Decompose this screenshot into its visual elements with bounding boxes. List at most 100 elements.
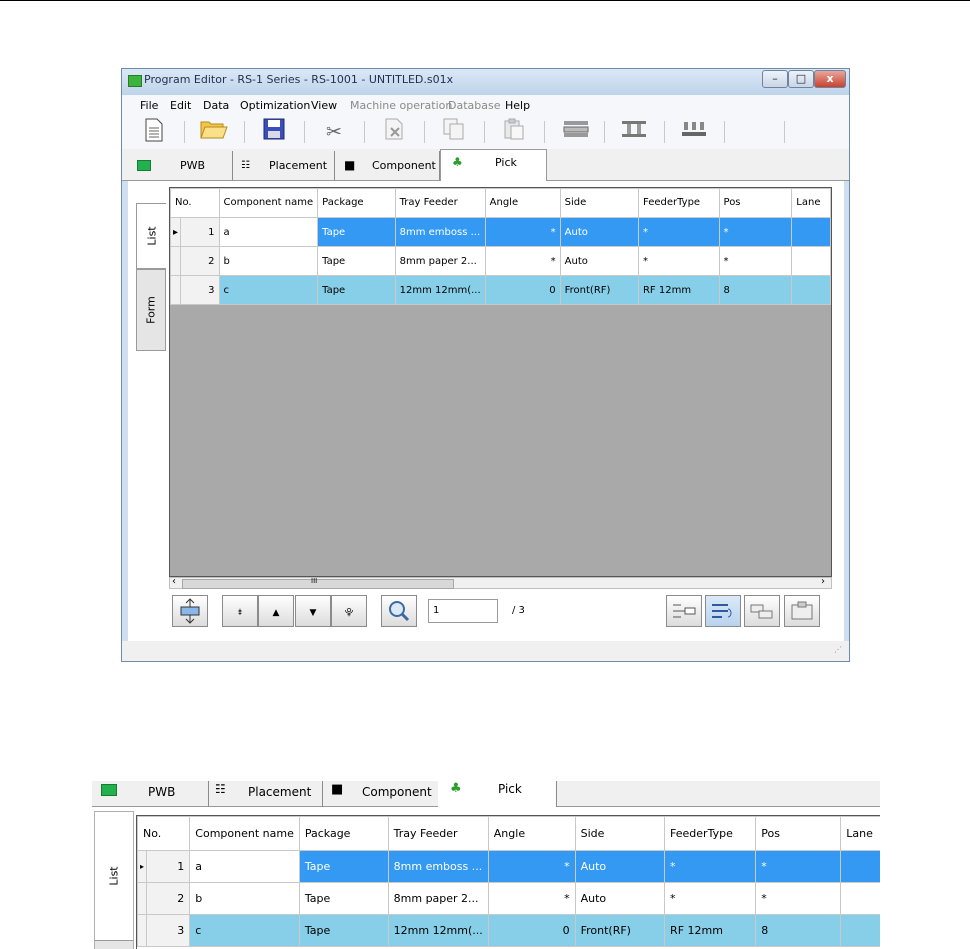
cell-lane[interactable]	[840, 914, 880, 947]
tab-component[interactable]: ■ Component	[322, 781, 439, 807]
column-header-feeder-type[interactable]: FeederType	[637, 188, 720, 218]
search-button[interactable]	[381, 595, 417, 627]
table-row[interactable]: 3 c Tape 12mm 12mm(... 0 Front(RF) RF 12…	[137, 914, 880, 947]
table-row[interactable]: 2 b Tape 8mm paper 2... * Auto * *	[137, 882, 880, 915]
cell-pos[interactable]: 8	[718, 275, 793, 305]
menu-view[interactable]: View	[311, 99, 337, 112]
table-row[interactable]: 2 b Tape 8mm paper 2... * Auto * *	[170, 246, 831, 276]
tab-pick[interactable]: ♣ Pick	[440, 149, 547, 181]
cell-package[interactable]: Tape	[317, 246, 396, 276]
cell-side[interactable]: Front(RF)	[559, 275, 639, 305]
cell-component-name[interactable]: c	[218, 275, 319, 305]
cell-component-name[interactable]: a	[218, 217, 319, 247]
cell-package[interactable]: Tape	[298, 850, 389, 883]
cell-package[interactable]: Tape	[298, 914, 389, 947]
cell-pos[interactable]: *	[755, 882, 842, 915]
tab-placement[interactable]: ☷ Placement	[233, 151, 335, 180]
cell-angle[interactable]: 0	[487, 914, 576, 947]
cell-angle[interactable]: *	[487, 850, 576, 883]
side-tab-list[interactable]: List	[136, 203, 166, 269]
cell-tray-feeder[interactable]: 8mm paper 2...	[394, 246, 486, 276]
cell-feeder-type[interactable]: *	[664, 850, 757, 883]
cell-pos[interactable]: 8	[755, 914, 842, 947]
column-header-lane[interactable]: Lane	[840, 816, 880, 851]
cut-icon[interactable]: ✂	[316, 118, 352, 146]
nozzle-icon[interactable]	[616, 118, 652, 146]
cell-tray-feeder[interactable]: 12mm 12mm(...	[387, 914, 489, 947]
feeder-layout-button[interactable]	[666, 595, 702, 627]
cell-side[interactable]: Auto	[559, 246, 639, 276]
table-row[interactable]: ▸ 1 a Tape 8mm emboss ... * Auto * *	[170, 217, 831, 247]
delete-icon[interactable]	[376, 118, 412, 146]
feeder-icon[interactable]	[558, 118, 594, 146]
column-header-component-name[interactable]: Component name	[189, 816, 300, 851]
side-tab-form[interactable]: m	[95, 940, 133, 949]
next-record-button[interactable]: ▼	[295, 595, 331, 627]
maximize-button[interactable]: □	[788, 70, 814, 88]
column-header-no[interactable]: No.	[137, 816, 191, 851]
column-header-tray-feeder[interactable]: Tray Feeder	[387, 816, 489, 851]
cell-side[interactable]: Auto	[559, 217, 639, 247]
side-tab-form[interactable]: Form	[136, 269, 166, 351]
cell-side[interactable]: Front(RF)	[574, 914, 666, 947]
table-row[interactable]: ▸ 1 a Tape 8mm emboss ... * Auto * *	[137, 850, 880, 883]
cell-feeder-type[interactable]: *	[637, 217, 720, 247]
save-icon[interactable]	[256, 118, 292, 146]
scroll-left-arrow[interactable]: ‹	[172, 576, 176, 587]
column-header-package[interactable]: Package	[317, 188, 396, 218]
cell-tray-feeder[interactable]: 12mm 12mm(...	[394, 275, 486, 305]
cell-angle[interactable]: *	[484, 217, 561, 247]
column-header-pos[interactable]: Pos	[718, 188, 793, 218]
cell-side[interactable]: Auto	[574, 850, 666, 883]
cell-tray-feeder[interactable]: 8mm paper 2...	[387, 882, 489, 915]
copy-icon[interactable]	[436, 118, 472, 146]
menu-optimization[interactable]: Optimization	[240, 99, 310, 112]
cell-lane[interactable]	[791, 217, 831, 247]
cell-lane[interactable]	[791, 246, 831, 276]
column-header-pos[interactable]: Pos	[755, 816, 842, 851]
menu-edit[interactable]: Edit	[170, 99, 191, 112]
column-header-no[interactable]: No.	[170, 188, 220, 218]
menu-file[interactable]: File	[140, 99, 158, 112]
cell-lane[interactable]	[791, 275, 831, 305]
previous-record-button[interactable]: ▲	[258, 595, 294, 627]
tray-icon[interactable]	[676, 118, 712, 146]
table-row[interactable]: 3 c Tape 12mm 12mm(... 0 Front(RF) RF 12…	[170, 275, 831, 305]
column-header-package[interactable]: Package	[298, 816, 389, 851]
side-tab-list[interactable]: List	[95, 812, 133, 940]
cell-package[interactable]: Tape	[298, 882, 389, 915]
cell-package[interactable]: Tape	[317, 275, 396, 305]
cell-angle[interactable]: *	[484, 246, 561, 276]
expand-rows-button[interactable]	[172, 595, 208, 627]
cell-angle[interactable]: *	[487, 882, 576, 915]
cell-component-name[interactable]: a	[189, 850, 300, 883]
new-document-icon[interactable]	[136, 118, 172, 146]
cell-pos[interactable]: *	[718, 217, 793, 247]
title-bar[interactable]: Program Editor - RS-1 Series - RS-1001 -…	[122, 69, 849, 95]
open-folder-icon[interactable]	[196, 118, 232, 146]
cell-lane[interactable]	[840, 882, 880, 915]
column-header-angle[interactable]: Angle	[484, 188, 561, 218]
cell-pos[interactable]: *	[718, 246, 793, 276]
page-number-input[interactable]: 1	[428, 599, 498, 623]
column-header-side[interactable]: Side	[559, 188, 639, 218]
cell-feeder-type[interactable]: *	[637, 246, 720, 276]
menu-database[interactable]: Database	[448, 99, 501, 112]
cell-pos[interactable]: *	[755, 850, 842, 883]
horizontal-scrollbar[interactable]: ‹ III ›	[169, 576, 832, 589]
close-button[interactable]: x	[814, 70, 846, 88]
minimize-button[interactable]: –	[762, 70, 788, 88]
tab-component[interactable]: ■ Component	[335, 151, 440, 180]
cell-feeder-type[interactable]: RF 12mm	[664, 914, 757, 947]
menu-data[interactable]: Data	[203, 99, 229, 112]
menu-machine-operation[interactable]: Machine operation	[350, 99, 452, 112]
column-header-tray-feeder[interactable]: Tray Feeder	[394, 188, 486, 218]
cell-component-name[interactable]: c	[189, 914, 300, 947]
feeder-assign-button[interactable]	[705, 595, 741, 627]
column-header-feeder-type[interactable]: FeederType	[664, 816, 757, 851]
cell-feeder-type[interactable]: RF 12mm	[637, 275, 720, 305]
cell-tray-feeder[interactable]: 8mm emboss ...	[394, 217, 486, 247]
paste-icon[interactable]	[496, 118, 532, 146]
first-record-button[interactable]: ⯒	[222, 595, 258, 627]
cell-tray-feeder[interactable]: 8mm emboss ...	[387, 850, 489, 883]
